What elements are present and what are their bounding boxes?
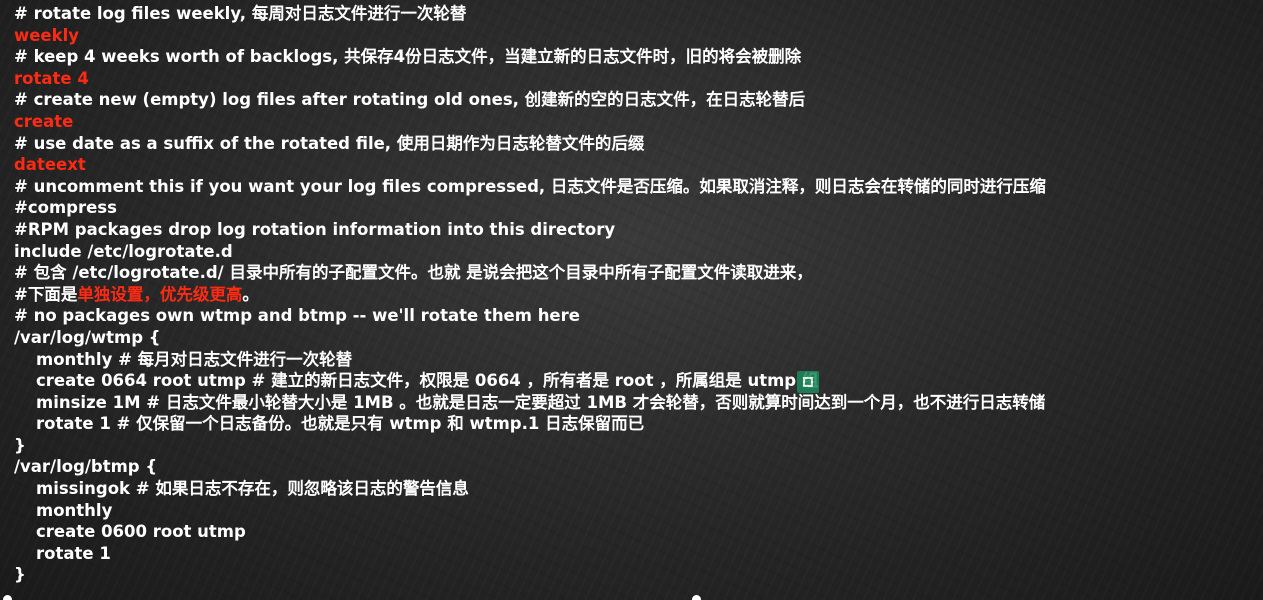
config-line-indented: create 0664 root utmp # 建立的新日志文件，权限是 066… — [36, 371, 819, 391]
config-line: /var/log/wtmp { — [14, 327, 161, 347]
config-line-directive: rotate 4 — [14, 68, 89, 88]
config-line: } — [14, 435, 26, 455]
config-line-mixed: #下面是单独设置，优先级更高。 — [14, 284, 1263, 306]
config-line-directive: dateext — [14, 155, 86, 175]
config-line: # no packages own wtmp and btmp -- we'll… — [14, 306, 580, 326]
config-line-indented: create 0600 root utmp — [36, 522, 246, 542]
config-line: /var/log/btmp { — [14, 457, 158, 477]
config-line-indented: monthly — [36, 500, 113, 520]
config-line: # use date as a suffix of the rotated fi… — [14, 133, 645, 153]
selection-handle-left[interactable] — [3, 595, 12, 600]
config-line-indented: rotate 1 # 仅保留一个日志备份。也就是只有 wtmp 和 wtmp.1… — [36, 414, 645, 434]
config-line: include /etc/logrotate.d — [14, 241, 233, 261]
config-line-indented: missingok # 如果日志不存在，则忽略该日志的警告信息 — [36, 479, 469, 499]
logrotate-config-text: # rotate log files weekly, 每周对日志文件进行一次轮替… — [14, 3, 1263, 586]
mixed-highlight: 单独设置，优先级更高 — [77, 284, 243, 304]
selection-handle-center[interactable] — [692, 595, 701, 600]
config-line: # keep 4 weeks worth of backlogs, 共保存4份日… — [14, 47, 802, 67]
config-line-indented: monthly # 每月对日志文件进行一次轮替 — [36, 349, 353, 369]
mixed-prefix: #下面是 — [14, 284, 78, 304]
config-line: } — [14, 565, 26, 585]
config-line-indented: minsize 1M # 日志文件最小轮替大小是 1MB 。也就是日志一定要超过… — [36, 392, 1046, 412]
config-line: #compress — [14, 198, 117, 218]
config-line-indented: rotate 1 — [36, 543, 111, 563]
screen-capture-cursor-icon — [797, 371, 819, 393]
config-line: # uncomment this if you want your log fi… — [14, 176, 1046, 196]
config-line-directive: weekly — [14, 25, 80, 45]
mixed-suffix: 。 — [242, 284, 259, 304]
config-line: # create new (empty) log files after rot… — [14, 90, 806, 110]
config-line-directive: create — [14, 111, 74, 131]
config-line: # rotate log files weekly, 每周对日志文件进行一次轮替 — [14, 4, 467, 23]
config-line: #RPM packages drop log rotation informat… — [14, 219, 616, 239]
config-line: # 包含 /etc/logrotate.d/ 目录中所有的子配置文件。也就 是说… — [14, 263, 813, 283]
